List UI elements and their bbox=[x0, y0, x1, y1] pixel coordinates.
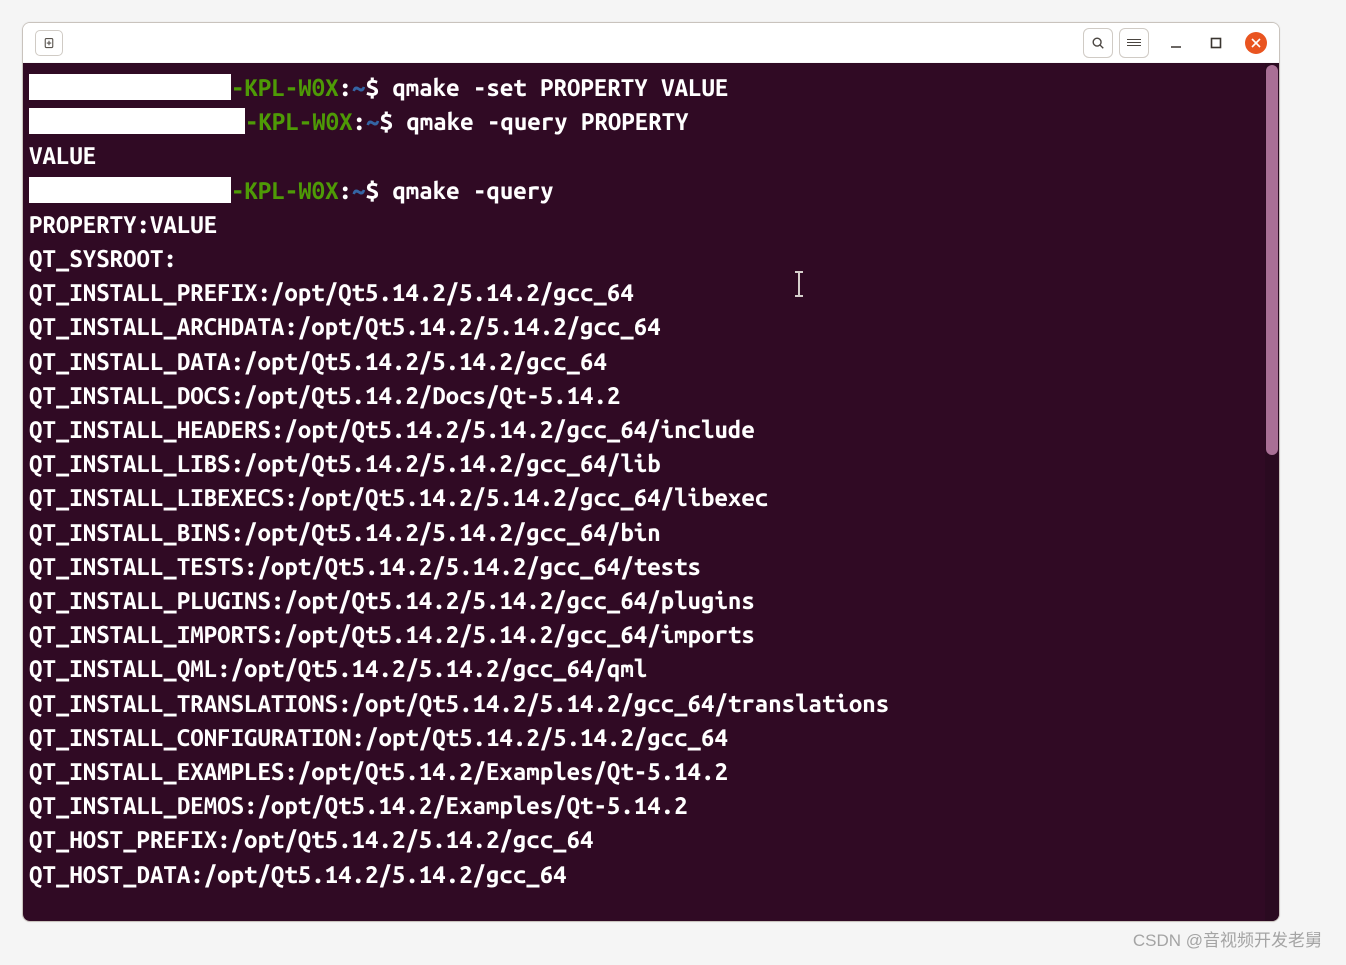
prompt-path: ~ bbox=[366, 108, 379, 135]
output-line: QT_HOST_PREFIX:/opt/Qt5.14.2/5.14.2/gcc_… bbox=[29, 826, 593, 853]
output-line: QT_INSTALL_PLUGINS:/opt/Qt5.14.2/5.14.2/… bbox=[29, 587, 755, 614]
close-button[interactable] bbox=[1245, 32, 1267, 54]
output-line: QT_INSTALL_IMPORTS:/opt/Qt5.14.2/5.14.2/… bbox=[29, 621, 755, 648]
output-line: QT_INSTALL_TRANSLATIONS:/opt/Qt5.14.2/5.… bbox=[29, 690, 889, 717]
search-button[interactable] bbox=[1083, 28, 1113, 58]
redacted-user bbox=[29, 177, 231, 203]
output-line: VALUE bbox=[29, 142, 96, 169]
text-cursor-icon bbox=[798, 273, 800, 295]
output-line: QT_INSTALL_PREFIX:/opt/Qt5.14.2/5.14.2/g… bbox=[29, 279, 634, 306]
prompt-host: -KPL-W0X bbox=[245, 108, 353, 135]
prompt-separator: : bbox=[339, 74, 352, 101]
output-line: PROPERTY:VALUE bbox=[29, 211, 217, 238]
minimize-button[interactable] bbox=[1163, 30, 1189, 56]
prompt-path: ~ bbox=[352, 177, 365, 204]
prompt-path: ~ bbox=[352, 74, 365, 101]
redacted-user bbox=[29, 74, 231, 100]
output-line: QT_INSTALL_TESTS:/opt/Qt5.14.2/5.14.2/gc… bbox=[29, 553, 701, 580]
output-line: QT_INSTALL_CONFIGURATION:/opt/Qt5.14.2/5… bbox=[29, 724, 728, 751]
command-1: qmake -set PROPERTY VALUE bbox=[379, 74, 728, 101]
terminal-viewport[interactable]: -KPL-W0X:~$ qmake -set PROPERTY VALUE -K… bbox=[23, 63, 1279, 921]
menu-button[interactable] bbox=[1119, 28, 1149, 58]
output-line: QT_INSTALL_QML:/opt/Qt5.14.2/5.14.2/gcc_… bbox=[29, 655, 647, 682]
output-line: QT_INSTALL_ARCHDATA:/opt/Qt5.14.2/5.14.2… bbox=[29, 313, 661, 340]
prompt-host: -KPL-W0X bbox=[231, 177, 339, 204]
output-line: QT_SYSROOT: bbox=[29, 245, 177, 272]
terminal-content: -KPL-W0X:~$ qmake -set PROPERTY VALUE -K… bbox=[29, 71, 1279, 892]
output-line: QT_INSTALL_LIBS:/opt/Qt5.14.2/5.14.2/gcc… bbox=[29, 450, 661, 477]
maximize-button[interactable] bbox=[1203, 30, 1229, 56]
command-3: qmake -query bbox=[379, 177, 554, 204]
prompt-sigil: $ bbox=[379, 108, 392, 135]
scrollbar-thumb[interactable] bbox=[1266, 65, 1278, 455]
prompt-separator: : bbox=[339, 177, 352, 204]
new-tab-button[interactable] bbox=[35, 30, 63, 56]
output-line: QT_INSTALL_DEMOS:/opt/Qt5.14.2/Examples/… bbox=[29, 792, 688, 819]
watermark: CSDN @音视频开发老舅 bbox=[1133, 926, 1322, 951]
terminal-window: -KPL-W0X:~$ qmake -set PROPERTY VALUE -K… bbox=[22, 22, 1280, 922]
prompt-separator: : bbox=[353, 108, 366, 135]
titlebar bbox=[23, 23, 1279, 63]
command-2: qmake -query PROPERTY bbox=[393, 108, 689, 135]
output-line: QT_INSTALL_DATA:/opt/Qt5.14.2/5.14.2/gcc… bbox=[29, 348, 607, 375]
output-line: QT_INSTALL_BINS:/opt/Qt5.14.2/5.14.2/gcc… bbox=[29, 519, 661, 546]
output-line: QT_HOST_DATA:/opt/Qt5.14.2/5.14.2/gcc_64 bbox=[29, 861, 567, 888]
output-line: QT_INSTALL_EXAMPLES:/opt/Qt5.14.2/Exampl… bbox=[29, 758, 728, 785]
prompt-sigil: $ bbox=[365, 177, 378, 204]
output-line: QT_INSTALL_HEADERS:/opt/Qt5.14.2/5.14.2/… bbox=[29, 416, 755, 443]
redacted-user bbox=[29, 108, 245, 134]
prompt-host: -KPL-W0X bbox=[231, 74, 339, 101]
output-line: QT_INSTALL_DOCS:/opt/Qt5.14.2/Docs/Qt-5.… bbox=[29, 382, 620, 409]
prompt-sigil: $ bbox=[365, 74, 378, 101]
output-line: QT_INSTALL_LIBEXECS:/opt/Qt5.14.2/5.14.2… bbox=[29, 484, 768, 511]
scrollbar-track[interactable] bbox=[1265, 63, 1279, 921]
